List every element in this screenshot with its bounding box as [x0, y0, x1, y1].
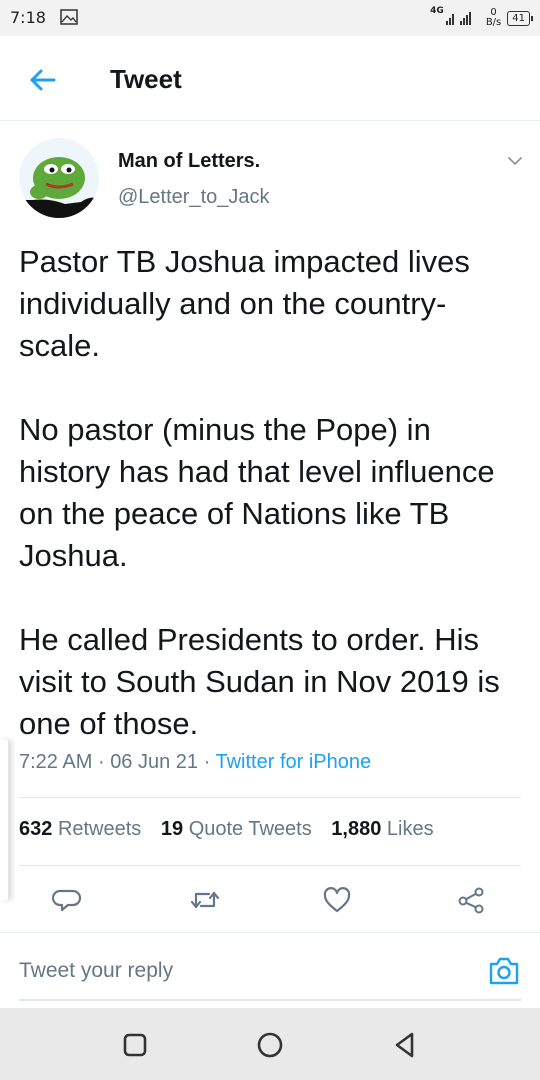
page-title: Tweet — [110, 64, 182, 94]
avatar[interactable] — [19, 138, 99, 218]
system-nav-bar — [0, 1008, 540, 1080]
author-handle[interactable]: @Letter_to_Jack — [118, 186, 270, 209]
recent-apps-icon[interactable] — [118, 1028, 152, 1062]
tweet-paragraph: No pastor (minus the Pope) in history ha… — [19, 412, 495, 573]
side-edge — [0, 740, 9, 900]
status-bar: 7:18 4G 0 B/s 41 — [0, 0, 540, 36]
tweet-paragraph: He called Presidents to order. His visit… — [19, 622, 500, 741]
retweets-stat[interactable]: 632 Retweets — [19, 818, 141, 840]
image-notification-icon — [60, 9, 78, 25]
top-bar: Tweet — [0, 36, 540, 121]
battery-icon: 41 — [507, 10, 533, 26]
retweet-button[interactable] — [185, 880, 225, 920]
status-indicators: 4G 0 B/s 41 — [430, 4, 533, 32]
tweet-time: 7:22 AM — [19, 751, 93, 773]
chevron-down-icon[interactable] — [504, 150, 526, 172]
retweet-icon — [190, 891, 220, 909]
tweet-actions — [0, 880, 540, 924]
tweet-meta: 7:22 AM · 06 Jun 21 · Twitter for iPhone — [19, 751, 371, 774]
reply-underline — [19, 999, 521, 1001]
network-type: 4G — [430, 6, 444, 16]
tweet-date: 06 Jun 21 — [110, 751, 199, 773]
home-icon[interactable] — [253, 1028, 287, 1062]
back-arrow-icon[interactable] — [26, 64, 58, 96]
camera-icon[interactable] — [486, 953, 522, 989]
share-button[interactable] — [451, 880, 491, 920]
tweet-text: Pastor TB Joshua impacted lives individu… — [19, 241, 524, 745]
net-speed: 0 B/s — [485, 7, 502, 28]
author-name[interactable]: Man of Letters. — [118, 150, 260, 173]
status-time: 7:18 — [10, 8, 46, 27]
meta-separator: · — [203, 751, 211, 773]
meta-separator: · — [97, 751, 105, 773]
reply-icon — [52, 889, 82, 912]
tweet-source-link[interactable]: Twitter for iPhone — [215, 751, 371, 773]
share-icon — [458, 887, 484, 914]
heart-icon — [323, 887, 351, 913]
divider — [19, 797, 521, 798]
likes-stat[interactable]: 1,880 Likes — [331, 818, 433, 840]
like-button[interactable] — [317, 880, 357, 920]
signal-icon — [445, 12, 471, 25]
back-icon[interactable] — [388, 1028, 422, 1062]
frog-avatar-image — [19, 138, 99, 218]
reply-input[interactable] — [19, 951, 459, 991]
tweet-paragraph: Pastor TB Joshua impacted lives individu… — [19, 244, 470, 363]
divider — [19, 865, 521, 866]
quote-tweets-stat[interactable]: 19 Quote Tweets — [161, 818, 312, 840]
tweet-stats: 632 Retweets 19 Quote Tweets 1,880 Likes — [19, 818, 448, 841]
reply-button[interactable] — [47, 880, 87, 920]
reply-bar — [0, 932, 540, 1009]
battery-level: 41 — [512, 12, 525, 24]
